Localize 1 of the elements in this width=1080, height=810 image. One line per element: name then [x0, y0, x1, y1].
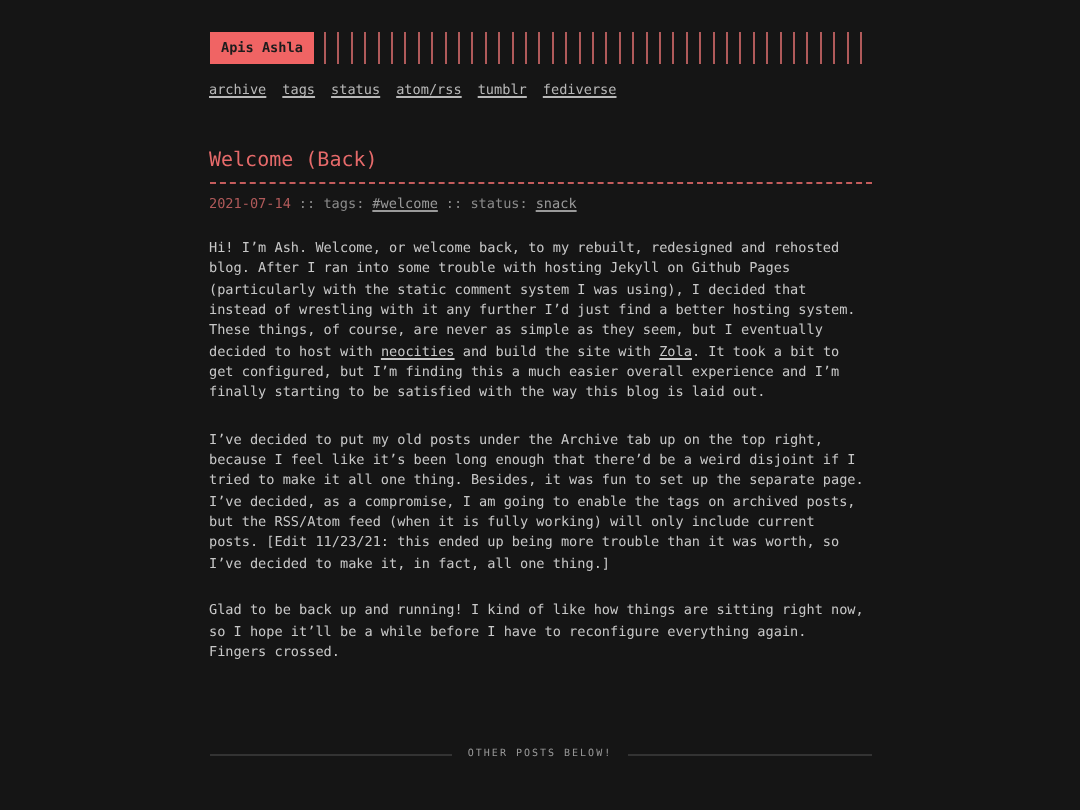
post-title: Welcome (Back) — [209, 150, 380, 172]
